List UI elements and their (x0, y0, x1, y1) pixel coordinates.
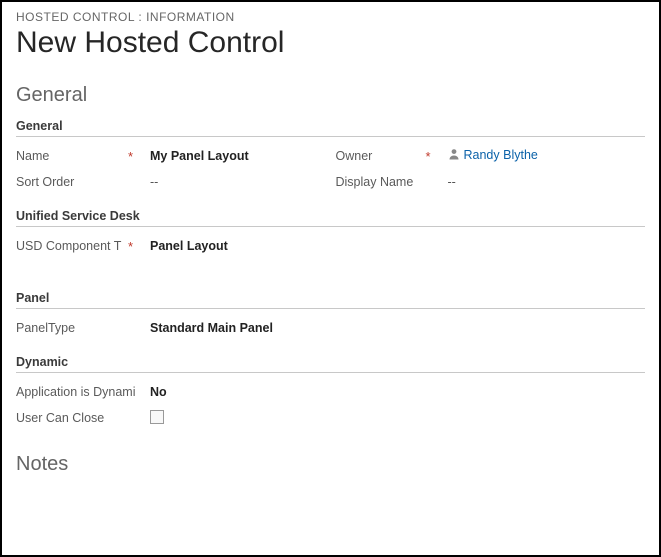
subsection-usd: Unified Service Desk (16, 209, 645, 227)
user-can-close-checkbox[interactable] (150, 410, 164, 424)
field-owner: Owner * Randy Blythe (336, 147, 646, 165)
usd-component-type-value[interactable]: Panel Layout (150, 239, 645, 253)
field-user-can-close: User Can Close (16, 409, 645, 427)
section-general-title: General (16, 84, 645, 107)
field-name: Name * My Panel Layout (16, 147, 326, 165)
field-panel-type: PanelType Standard Main Panel (16, 319, 645, 337)
person-icon (448, 148, 460, 162)
app-dynamic-value[interactable]: No (150, 385, 645, 399)
page-title: New Hosted Control (16, 26, 645, 60)
subsection-dynamic: Dynamic (16, 355, 645, 373)
subsection-general: General (16, 119, 645, 137)
sort-order-value[interactable]: -- (150, 175, 326, 189)
name-label: Name (16, 149, 128, 163)
owner-value-cell[interactable]: Randy Blythe (448, 148, 646, 163)
display-name-label: Display Name (336, 175, 426, 189)
field-app-dynamic: Application is Dynami No (16, 383, 645, 401)
field-sort-order: Sort Order -- (16, 173, 326, 191)
owner-label: Owner (336, 149, 426, 163)
name-value[interactable]: My Panel Layout (150, 149, 326, 163)
usd-component-type-required: * (128, 240, 150, 253)
display-name-value[interactable]: -- (448, 175, 646, 189)
user-can-close-label: User Can Close (16, 411, 150, 425)
sort-order-label: Sort Order (16, 175, 128, 189)
usd-component-type-label: USD Component T (16, 239, 128, 253)
field-display-name: Display Name -- (336, 173, 646, 191)
app-dynamic-label: Application is Dynami (16, 385, 150, 399)
subsection-panel: Panel (16, 291, 645, 309)
breadcrumb: HOSTED CONTROL : INFORMATION (16, 10, 645, 24)
owner-required: * (426, 150, 448, 163)
user-can-close-value (150, 410, 645, 427)
section-notes-title: Notes (16, 453, 645, 476)
panel-type-value[interactable]: Standard Main Panel (150, 321, 645, 335)
field-usd-component-type: USD Component T * Panel Layout (16, 237, 645, 255)
name-required: * (128, 150, 150, 163)
panel-type-label: PanelType (16, 321, 128, 335)
owner-link[interactable]: Randy Blythe (464, 148, 538, 162)
